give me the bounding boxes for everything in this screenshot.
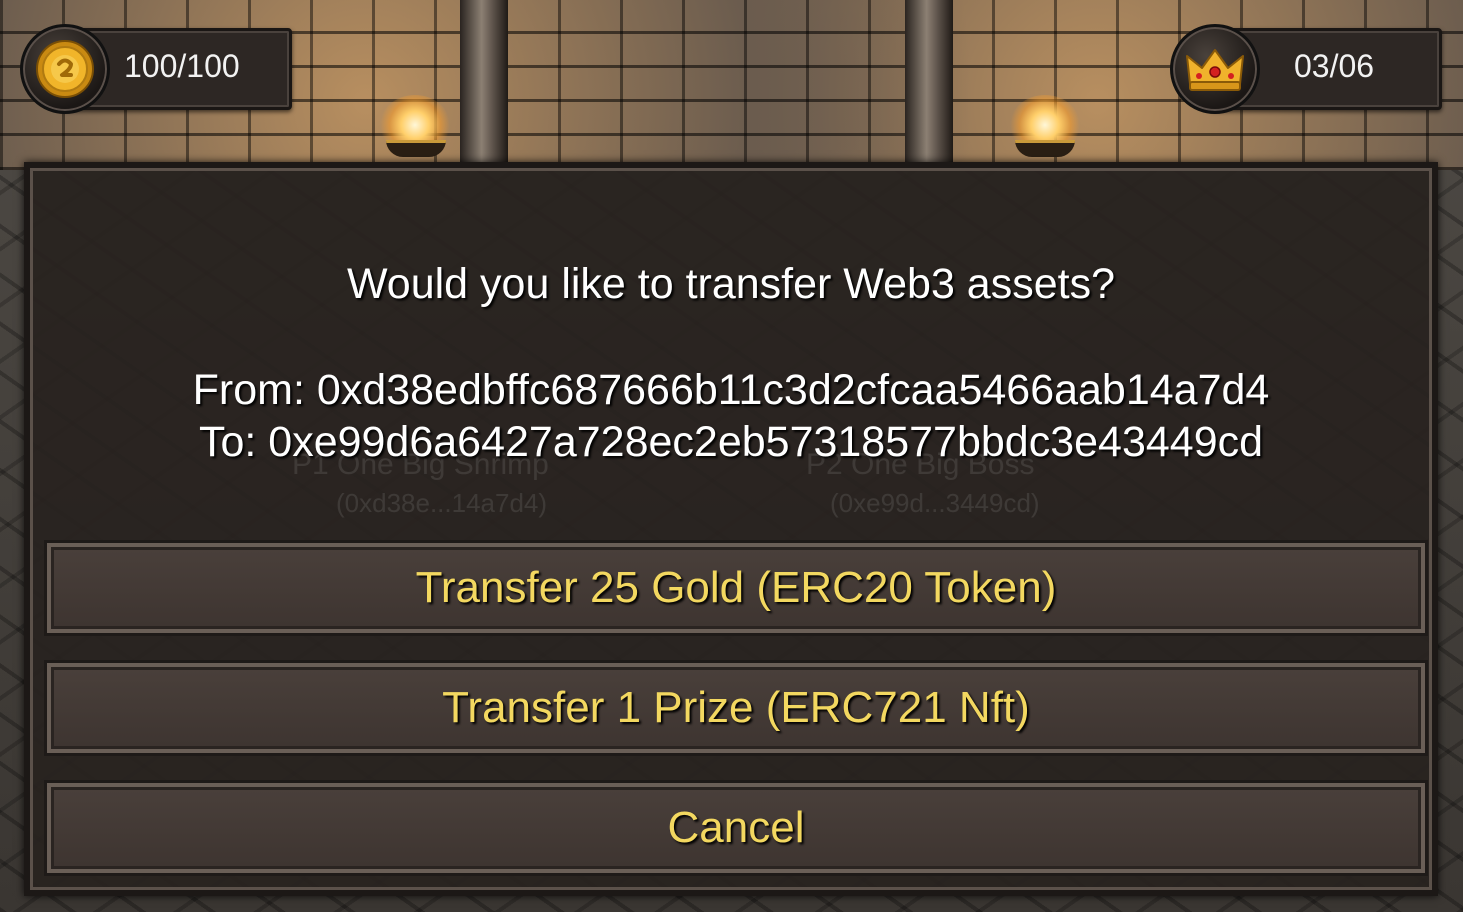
background-player1-address: (0xd38e...14a7d4) (336, 488, 548, 518)
torch-holder (1015, 140, 1075, 157)
prize-counter-badge (1170, 24, 1260, 114)
to-address: To: 0xe99d6a6427a728ec2eb57318577bbdc3e4… (198, 418, 1264, 466)
game-scene: 100/100 03/06 P1 One Big Shrimp (0xd38e.… (0, 0, 1463, 912)
transfer-gold-erc20-button[interactable]: Transfer 25 Gold (ERC20 Token) (44, 540, 1428, 636)
transfer-prize-erc721-label: Transfer 1 Prize (ERC721 Nft) (442, 683, 1030, 732)
cancel-label: Cancel (667, 803, 805, 852)
gold-coin-icon (36, 40, 94, 98)
from-address: From: 0xd38edbffc687666b11c3d2cfcaa5466a… (192, 366, 1270, 414)
gold-counter: 100/100 (20, 24, 292, 114)
stone-pillar (905, 0, 953, 170)
web3-transfer-dialog: P1 One Big Shrimp (0xd38e...14a7d4) P2 O… (24, 162, 1438, 896)
torch-holder (386, 140, 446, 157)
gold-counter-value: 100/100 (124, 48, 240, 84)
background-player2-address: (0xe99d...3449cd) (830, 488, 1040, 518)
stone-pillar (460, 0, 508, 170)
transfer-prize-erc721-button[interactable]: Transfer 1 Prize (ERC721 Nft) (44, 660, 1428, 756)
cancel-button[interactable]: Cancel (44, 780, 1428, 876)
crown-icon (1186, 49, 1244, 91)
prize-counter: 03/06 (1170, 24, 1442, 114)
transfer-gold-erc20-label: Transfer 25 Gold (ERC20 Token) (415, 563, 1057, 612)
prize-counter-value: 03/06 (1294, 48, 1375, 84)
dialog-title: Would you like to transfer Web3 assets? (346, 260, 1116, 308)
gold-counter-badge (20, 24, 110, 114)
